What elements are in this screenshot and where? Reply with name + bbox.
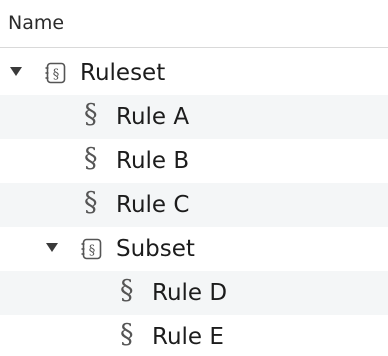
svg-text:§: § (53, 67, 60, 82)
expand-toggle-icon[interactable] (10, 67, 22, 76)
section-icon: § (120, 319, 134, 350)
ruleset-icon: § (45, 62, 66, 84)
section-icon: § (84, 99, 98, 130)
section-icon: § (84, 143, 98, 174)
tree-row-rule[interactable]: § Rule B (0, 139, 388, 183)
expand-toggle-icon[interactable] (46, 243, 58, 252)
tree-row-label: Ruleset (80, 60, 166, 86)
tree-row-subset[interactable]: § Subset (0, 227, 388, 271)
column-header[interactable]: Name (0, 0, 388, 48)
tree-row-rule[interactable]: § Rule D (0, 271, 388, 315)
tree-row-rule[interactable]: § Rule C (0, 183, 388, 227)
tree-row-label: Rule C (116, 192, 190, 218)
tree-rows: § Ruleset § Rule A § Rule B § Rule C § S… (0, 51, 388, 356)
tree-row-rule[interactable]: § Rule A (0, 95, 388, 139)
section-icon: § (84, 187, 98, 218)
tree-row-label: Rule E (152, 324, 224, 350)
tree-row-label: Rule D (152, 280, 228, 306)
ruleset-icon: § (81, 238, 102, 260)
tree-row-ruleset[interactable]: § Ruleset (0, 51, 388, 95)
tree-row-rule[interactable]: § Rule E (0, 315, 388, 356)
tree-row-label: Rule B (116, 148, 190, 174)
svg-text:§: § (89, 243, 96, 258)
section-icon: § (120, 275, 134, 306)
tree-row-label: Rule A (116, 104, 190, 130)
tree-view: Name § Ruleset § Rule A § Rule B § Rule … (0, 0, 388, 356)
column-header-name: Name (8, 12, 65, 34)
tree-row-label: Subset (116, 236, 195, 262)
